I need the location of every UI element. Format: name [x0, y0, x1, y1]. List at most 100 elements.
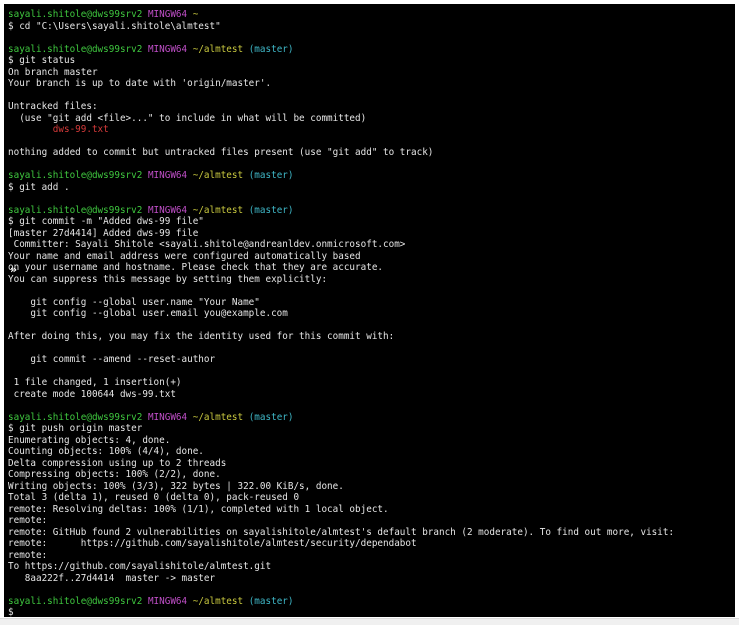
terminal-line: git config --global user.email you@examp…: [8, 308, 733, 320]
prompt-user: sayali.shitole@dws99srv2: [8, 411, 148, 423]
terminal-line: Compressing objects: 100% (2/2), done.: [8, 469, 733, 481]
terminal-line: Committer: Sayali Shitole <sayali.shitol…: [8, 239, 733, 251]
terminal-line: sayali.shitole@dws99srv2 MINGW64 ~/almte…: [8, 44, 733, 56]
output-text: Your name and email address were configu…: [8, 250, 361, 262]
prompt-path: ~/almtest: [192, 43, 249, 55]
output-text: remote: GitHub found 2 vulnerabilities o…: [8, 526, 675, 538]
output-text: on your username and hostname. Please ch…: [8, 262, 384, 273]
output-text: $ cd "C:\Users\sayali.shitole\almtest": [8, 20, 221, 32]
output-text: On branch master: [8, 66, 98, 78]
prompt-user: sayali.shitole@dws99srv2: [8, 43, 148, 55]
terminal-line: $ cd "C:\Users\sayali.shitole\almtest": [8, 21, 733, 33]
prompt-branch: (master): [248, 43, 294, 55]
prompt-path: ~/almtest: [192, 411, 249, 423]
terminal-line: $ git status: [8, 55, 733, 67]
output-text: remote: Resolving deltas: 100% (1/1), co…: [8, 503, 389, 515]
prompt-env: MINGW64: [147, 204, 193, 216]
terminal-line: Delta compression using up to 2 threads: [8, 458, 733, 470]
terminal-line: sayali.shitole@dws99srv2 MINGW64 ~/almte…: [8, 412, 733, 424]
prompt-branch: (master): [248, 204, 294, 216]
terminal-line: nothing added to commit but untracked fi…: [8, 147, 733, 159]
terminal-line: 1 file changed, 1 insertion(+): [8, 377, 733, 389]
terminal-line: sayali.shitole@dws99srv2 MINGW64 ~/almte…: [8, 205, 733, 217]
output-text: Compressing objects: 100% (2/2), done.: [8, 469, 221, 480]
terminal-line: To https://github.com/sayalishitole/almt…: [8, 561, 733, 573]
prompt-user: sayali.shitole@dws99srv2: [8, 204, 148, 216]
prompt-env: MINGW64: [147, 9, 193, 20]
terminal-line: On branch master: [8, 67, 733, 79]
terminal-line: Counting objects: 100% (4/4), done.: [8, 446, 733, 458]
output-text: $ git commit -m "Added dws-99 file": [8, 216, 204, 227]
output-text: 8aa222f..27d4414 master -> master: [8, 572, 216, 584]
prompt-user: sayali.shitole@dws99srv2: [8, 170, 148, 181]
screenshot-frame: sayali.shitole@dws99srv2 MINGW64 ~ $ cd "…: [0, 0, 739, 625]
output-text: remote:: [8, 549, 48, 561]
prompt-path: ~: [192, 9, 199, 20]
output-text: Enumerating objects: 4, done.: [8, 434, 171, 446]
output-text: Your branch is up to date with 'origin/m…: [8, 78, 272, 89]
prompt-branch: (master): [248, 411, 294, 423]
terminal-line: git commit --amend --reset-author: [8, 354, 733, 366]
terminal-line: [master 27d4414] Added dws-99 file: [8, 228, 733, 240]
prompt-branch: (master): [248, 170, 294, 181]
output-text: Untracked files:: [8, 101, 98, 112]
terminal-line: dws-99.txt: [8, 124, 733, 136]
terminal-line: $ git commit -m "Added dws-99 file": [8, 216, 733, 228]
output-text: Total 3 (delta 1), reused 0 (delta 0), p…: [8, 492, 300, 503]
terminal-line: remote:: [8, 550, 733, 562]
output-text: git commit --amend --reset-author: [8, 354, 216, 365]
terminal-line: Your branch is up to date with 'origin/m…: [8, 78, 733, 90]
terminal-line: remote: https://github.com/sayalishitole…: [8, 538, 733, 550]
terminal-line: $: [8, 607, 733, 617]
terminal-line: Total 3 (delta 1), reused 0 (delta 0), p…: [8, 492, 733, 504]
output-text: Committer: Sayali Shitole <sayali.shitol…: [8, 239, 406, 250]
terminal-line: remote: Resolving deltas: 100% (1/1), co…: [8, 504, 733, 516]
bottom-strip: [0, 618, 739, 625]
output-text: git config --global user.email you@examp…: [8, 308, 288, 319]
prompt-env: MINGW64: [147, 595, 193, 607]
terminal-line: 8aa222f..27d4414 master -> master: [8, 573, 733, 585]
output-text: remote: https://github.com/sayalishitole…: [8, 538, 417, 549]
untracked-file: dws-99.txt: [8, 124, 109, 135]
output-text: Counting objects: 100% (4/4), done.: [8, 446, 204, 457]
terminal-line: sayali.shitole@dws99srv2 MINGW64 ~/almte…: [8, 170, 733, 182]
output-text: [master 27d4414] Added dws-99 file: [8, 227, 199, 239]
prompt-user: sayali.shitole@dws99srv2: [8, 9, 148, 20]
terminal-line: (use "git add <file>..." to include in w…: [8, 113, 733, 125]
terminal-line: git config --global user.name "Your Name…: [8, 297, 733, 309]
output-text: To https://github.com/sayalishitole/almt…: [8, 561, 272, 572]
output-text: You can suppress this message by setting…: [8, 273, 328, 285]
output-text: git config --global user.name "Your Name…: [8, 296, 260, 308]
output-text: 1 file changed, 1 insertion(+): [8, 377, 182, 388]
terminal-output[interactable]: sayali.shitole@dws99srv2 MINGW64 ~ $ cd "…: [8, 9, 733, 617]
terminal-line: on your username and hostname. Please ch…: [8, 262, 733, 274]
output-text: (use "git add <file>..." to include in w…: [8, 112, 367, 124]
output-text: create mode 100644 dws-99.txt: [8, 388, 176, 400]
output-text: Writing objects: 100% (3/3), 322 bytes |…: [8, 480, 344, 492]
prompt-path: ~/almtest: [192, 170, 249, 181]
terminal-line: create mode 100644 dws-99.txt: [8, 389, 733, 401]
prompt-env: MINGW64: [147, 411, 193, 423]
prompt-env: MINGW64: [147, 170, 193, 181]
output-text: After doing this, you may fix the identi…: [8, 331, 395, 342]
output-text: $ git push origin master: [8, 423, 143, 434]
terminal-line: After doing this, you may fix the identi…: [8, 331, 733, 343]
terminal-window[interactable]: sayali.shitole@dws99srv2 MINGW64 ~ $ cd "…: [4, 4, 735, 617]
prompt-user: sayali.shitole@dws99srv2: [8, 595, 148, 607]
terminal-line: $ git add .: [8, 182, 733, 194]
terminal-line: You can suppress this message by setting…: [8, 274, 733, 286]
terminal-line: Enumerating objects: 4, done.: [8, 435, 733, 447]
output-text: $ git status: [8, 55, 76, 66]
output-text: Delta compression using up to 2 threads: [8, 457, 227, 469]
double-chevron-right-icon[interactable]: »: [10, 264, 24, 276]
terminal-line: sayali.shitole@dws99srv2 MINGW64 ~/almte…: [8, 596, 733, 608]
